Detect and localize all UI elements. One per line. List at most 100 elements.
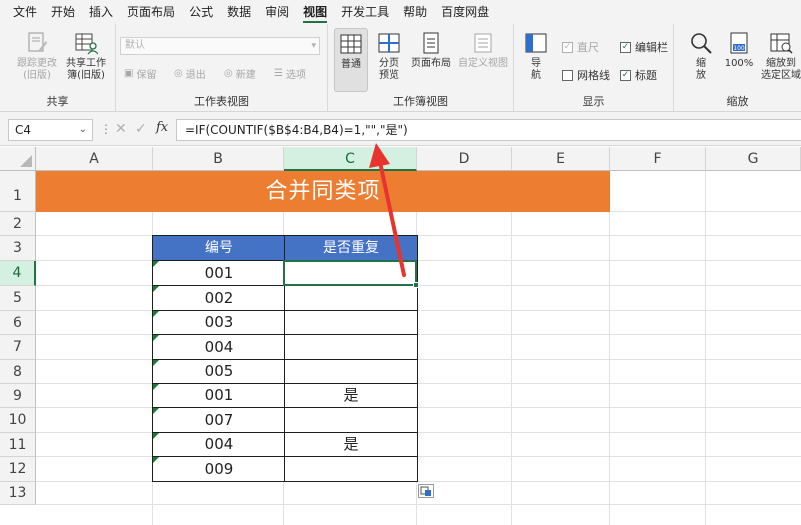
chevron-down-icon: ⌄ xyxy=(78,124,87,135)
more-options-icon[interactable]: ⋮ xyxy=(100,122,112,136)
menu-item-9[interactable]: 帮助 xyxy=(396,0,434,24)
title-banner[interactable]: 合并同类项 xyxy=(36,171,610,212)
table-cell[interactable]: 004 xyxy=(152,432,286,457)
menu-item-2[interactable]: 插入 xyxy=(82,0,120,24)
column-header-C[interactable]: C xyxy=(284,147,417,171)
column-header-D[interactable]: D xyxy=(417,147,512,171)
view-options-button[interactable]: ☰ 选项 xyxy=(274,66,306,81)
insert-function-icon[interactable]: fx xyxy=(156,120,168,135)
worksheet-grid: ABCDEFG 1 2 3 4 5 6 7 8 9 10 11 12 13 合并同类项 编号 是否重复 00… xyxy=(0,147,801,525)
select-all-button[interactable] xyxy=(0,147,36,171)
menu-item-7[interactable]: 视图 xyxy=(296,0,334,24)
table-cell[interactable]: 001 xyxy=(152,260,286,286)
column-header-A[interactable]: A xyxy=(36,147,153,171)
row-header-10[interactable]: 10 xyxy=(0,408,36,433)
formula-input[interactable]: =IF(COUNTIF($B$4:B4,B4)=1,"","是") xyxy=(176,119,801,141)
table-cell[interactable]: 009 xyxy=(152,456,286,482)
ribbon-group-share: 跟踪更改 (旧版) 共享工作 簿(旧版) 共享 xyxy=(0,24,116,112)
row-header-12[interactable]: 12 xyxy=(0,457,36,482)
gridlines-check-box xyxy=(562,69,573,81)
row-header-3[interactable]: 3 xyxy=(0,236,36,261)
ruler-checkbox[interactable]: ✓ 直尺 xyxy=(562,39,599,55)
zoom-100-button[interactable]: 100 100% xyxy=(724,30,754,70)
table-cell[interactable] xyxy=(284,359,418,384)
row-header-11[interactable]: 11 xyxy=(0,433,36,457)
gridline-row xyxy=(36,504,801,505)
column-header-G[interactable]: G xyxy=(706,147,801,171)
custom-views-button[interactable]: 自定义视图 xyxy=(456,30,510,70)
menu-item-6[interactable]: 审阅 xyxy=(258,0,296,24)
paste-options-icon[interactable] xyxy=(418,484,434,498)
table-cell[interactable]: 001 xyxy=(152,383,286,408)
zoom-to-selection-button[interactable]: 缩放到 选定区域 xyxy=(758,30,801,82)
menu-item-8[interactable]: 开发工具 xyxy=(334,0,396,24)
exit-view-label: 退出 xyxy=(185,70,206,81)
page-break-preview-icon xyxy=(376,30,402,56)
error-indicator-icon xyxy=(153,261,159,267)
table-cell[interactable] xyxy=(284,285,418,311)
menu-bar: 文件 开始 插入 页面布局 公式 数据 审阅 视图 开发工具 帮助 百度网盘 xyxy=(0,0,801,24)
row-header-1[interactable]: 1 xyxy=(0,171,36,212)
menu-item-0[interactable]: 文件 xyxy=(6,0,44,24)
row-header-5[interactable]: 5 xyxy=(0,286,36,311)
column-header-F[interactable]: F xyxy=(610,147,706,171)
custom-views-icon xyxy=(470,30,496,56)
table-cell-text: 003 xyxy=(204,313,234,331)
table-cell[interactable]: 003 xyxy=(152,310,286,335)
gridline-col xyxy=(609,171,610,525)
gridlines-checkbox[interactable]: 网格线 xyxy=(562,67,610,83)
menu-item-5[interactable]: 数据 xyxy=(220,0,258,24)
normal-view-label: 普通 xyxy=(341,59,361,70)
page-layout-button[interactable]: 页面布局 xyxy=(408,30,454,70)
page-break-preview-button[interactable]: 分页 预览 xyxy=(372,30,406,82)
fill-handle[interactable] xyxy=(413,282,419,288)
new-view-button[interactable]: ◎ 新建 xyxy=(224,66,256,81)
row-header-4[interactable]: 4 xyxy=(0,261,36,286)
column-header-B[interactable]: B xyxy=(153,147,284,171)
share-workbook-button[interactable]: 共享工作 簿(旧版) xyxy=(62,30,110,82)
row-header-6[interactable]: 6 xyxy=(0,311,36,335)
row-header-9[interactable]: 9 xyxy=(0,384,36,408)
table-cell[interactable]: 005 xyxy=(152,359,286,384)
table-cell[interactable]: 是 xyxy=(284,383,418,408)
headings-checkbox[interactable]: ✓ 标题 xyxy=(620,67,657,83)
row-header-2[interactable]: 2 xyxy=(0,212,36,236)
sheet-view-select[interactable]: 默认 ▾ xyxy=(120,37,320,55)
exit-view-button[interactable]: ◎ 退出 xyxy=(174,66,206,81)
error-indicator-icon xyxy=(153,360,159,366)
row-header-13[interactable]: 13 xyxy=(0,482,36,505)
track-changes-button[interactable]: 跟踪更改 (旧版) xyxy=(14,30,60,82)
menu-item-4[interactable]: 公式 xyxy=(182,0,220,24)
formula-bar-checkbox[interactable]: ✓ 编辑栏 xyxy=(620,39,668,55)
row-header-7[interactable]: 7 xyxy=(0,335,36,360)
table-cell[interactable] xyxy=(284,456,418,482)
table-cell-text: 002 xyxy=(204,289,234,307)
table-cell[interactable] xyxy=(284,310,418,335)
enter-icon[interactable]: ✓ xyxy=(135,121,147,137)
share-group-label: 共享 xyxy=(46,95,69,108)
gridline-col xyxy=(511,171,512,525)
table-cell[interactable] xyxy=(284,334,418,360)
table-cell[interactable]: 004 xyxy=(152,334,286,360)
row-header-8[interactable]: 8 xyxy=(0,360,36,384)
table-cell-text: 004 xyxy=(204,435,234,453)
ruler-label: 直尺 xyxy=(577,41,599,54)
keep-view-button[interactable]: ▣ 保留 xyxy=(124,66,156,81)
column-header-E[interactable]: E xyxy=(512,147,610,171)
table-cell[interactable]: 002 xyxy=(152,285,286,311)
menu-item-1[interactable]: 开始 xyxy=(44,0,82,24)
menu-item-3[interactable]: 页面布局 xyxy=(120,0,182,24)
table-cell[interactable] xyxy=(284,407,418,433)
zoom-label: 缩 放 xyxy=(696,58,706,81)
cancel-icon[interactable]: ✕ xyxy=(115,121,127,137)
zoom-button[interactable]: 缩 放 xyxy=(688,30,714,82)
table-header-cell[interactable]: 编号 xyxy=(152,235,286,261)
gridline-row xyxy=(36,407,801,408)
menu-item-10[interactable]: 百度网盘 xyxy=(434,0,496,24)
name-box[interactable]: C4 ⌄ xyxy=(8,119,93,141)
normal-view-button[interactable]: 普通 xyxy=(334,28,368,92)
table-cell[interactable]: 007 xyxy=(152,407,286,433)
navigation-button[interactable]: 导 航 xyxy=(524,30,548,82)
table-cell[interactable]: 是 xyxy=(284,432,418,457)
table-header-cell[interactable]: 是否重复 xyxy=(284,235,418,261)
